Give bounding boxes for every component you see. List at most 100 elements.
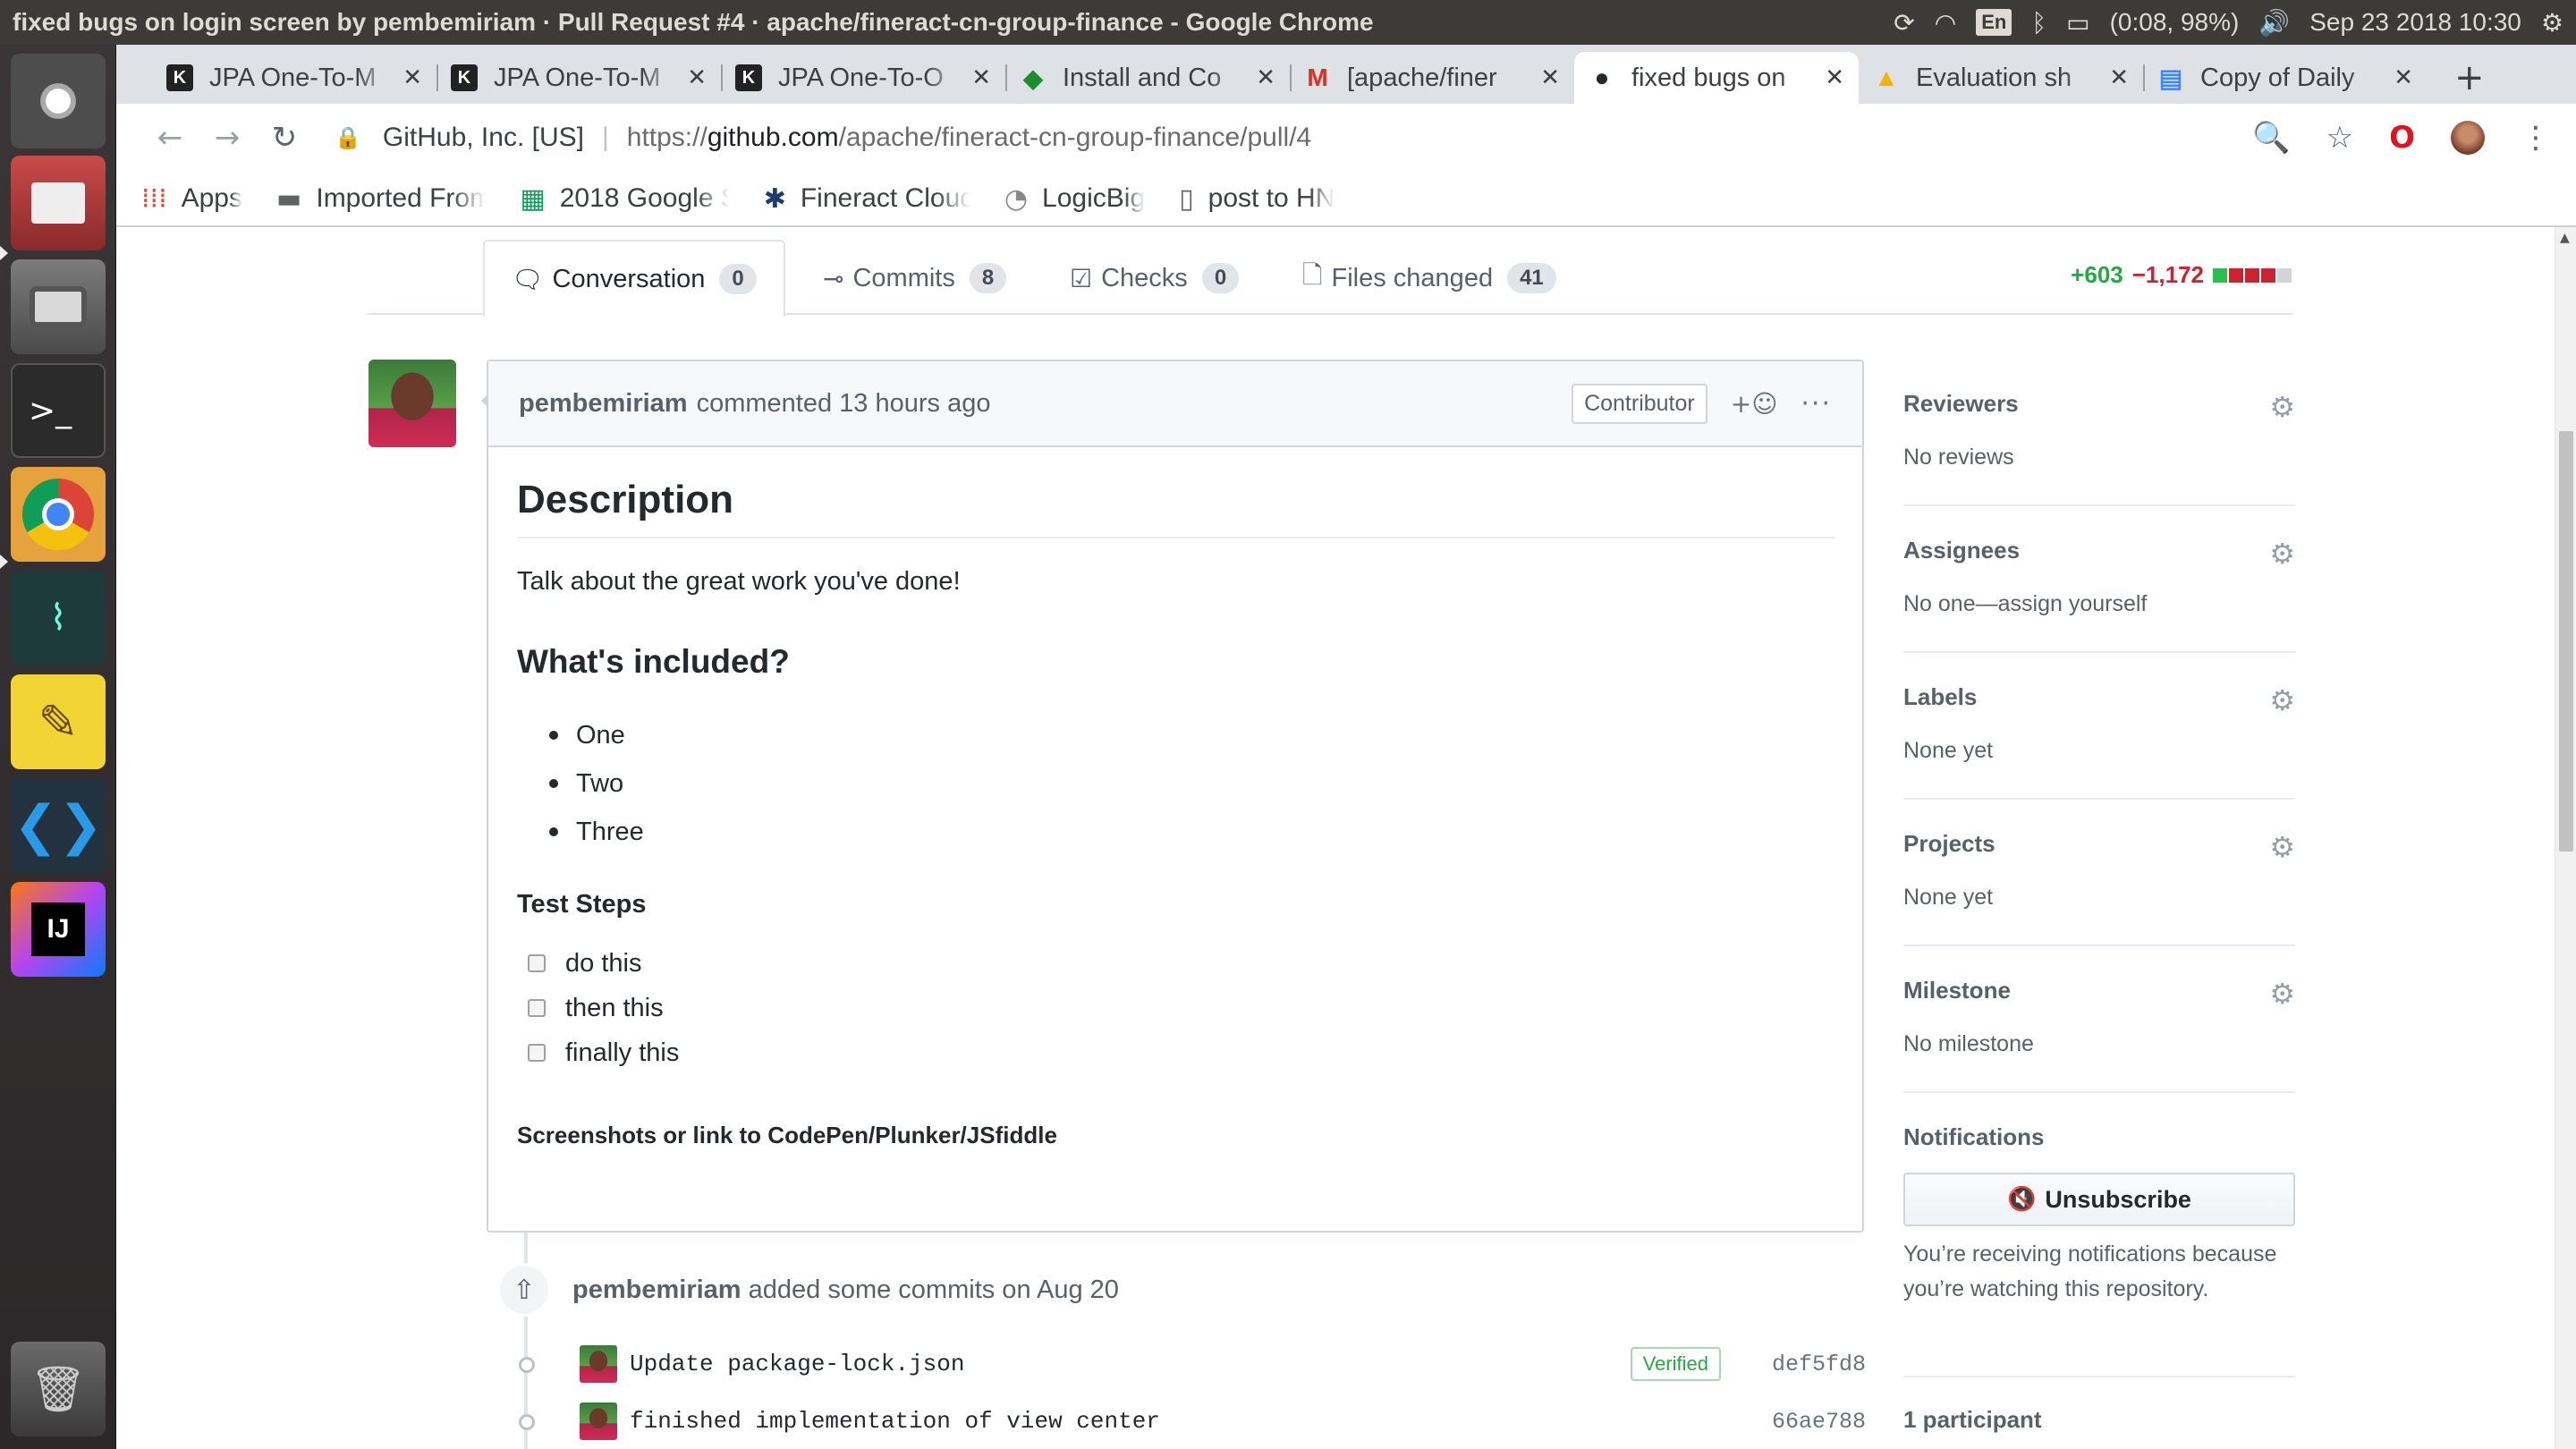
sidebar-title: Notifications bbox=[1903, 1123, 2045, 1150]
sidebar-title[interactable]: Assignees bbox=[1903, 537, 2295, 564]
scroll-up-icon[interactable]: ▲ bbox=[2560, 231, 2570, 245]
battery-icon[interactable]: ▭ bbox=[2066, 8, 2089, 38]
bookmark-item[interactable]: ⁞⁞⁞ Apps bbox=[141, 183, 242, 215]
more-options-icon[interactable]: ··· bbox=[1801, 388, 1832, 419]
apps-icon: ⁞⁞⁞ bbox=[141, 182, 167, 215]
close-icon[interactable]: ✕ bbox=[402, 64, 422, 91]
close-icon[interactable]: ✕ bbox=[687, 64, 707, 91]
clock[interactable]: Sep 23 2018 10:30 bbox=[2309, 8, 2521, 37]
gear-icon[interactable]: ⚙ bbox=[2269, 683, 2295, 717]
wifi-icon[interactable]: ◠ bbox=[1935, 8, 1956, 38]
timeline-author[interactable]: pembemiriam bbox=[572, 1275, 741, 1304]
browser-tab[interactable]: ▲ Evaluation sh ✕ bbox=[1859, 52, 2143, 104]
browser-tab[interactable]: K JPA One-To-O ✕ bbox=[721, 52, 1005, 104]
diffstat-block-deleted bbox=[2245, 267, 2259, 283]
battery-status[interactable]: (0:08, 98%) bbox=[2110, 8, 2240, 37]
commit-message[interactable]: finished implementation of view center bbox=[630, 1408, 1160, 1435]
profile-avatar[interactable] bbox=[2451, 121, 2485, 155]
gear-icon[interactable]: ⚙ bbox=[2269, 830, 2295, 864]
comment-timestamp[interactable]: commented 13 hours ago bbox=[697, 389, 991, 419]
commit-message[interactable]: Update package-lock.json bbox=[630, 1351, 964, 1377]
sidebar-value[interactable]: No one—assign yourself bbox=[1903, 591, 2295, 617]
list-item-text: Two bbox=[576, 768, 624, 798]
bluetooth-icon[interactable]: ᛒ bbox=[2031, 8, 2046, 38]
intellij-icon[interactable]: IJ bbox=[11, 882, 106, 977]
sidebar-assignees: Assignees ⚙ No one—assign yourself bbox=[1903, 506, 2295, 653]
task-checkbox[interactable] bbox=[528, 1044, 546, 1062]
gear-icon[interactable]: ⚙ bbox=[2541, 8, 2563, 38]
commit-sha[interactable]: def5fd8 bbox=[1766, 1352, 1866, 1377]
heading-test-steps: Test Steps bbox=[517, 890, 647, 919]
tab-conversation[interactable]: 🗨 Conversation 0 bbox=[483, 240, 785, 317]
commit-sha[interactable]: 66ae788 bbox=[1766, 1409, 1866, 1435]
page-scrollbar[interactable]: ▲ bbox=[2555, 227, 2576, 1449]
close-icon[interactable]: ✕ bbox=[971, 64, 991, 91]
trash-icon[interactable]: 🗑 bbox=[11, 1342, 106, 1436]
new-tab-button[interactable]: + bbox=[2428, 52, 2512, 104]
tab-label: Commits bbox=[852, 263, 955, 292]
close-icon[interactable]: ✕ bbox=[1256, 64, 1275, 91]
gear-icon[interactable]: ⚙ bbox=[2269, 977, 2295, 1011]
browser-tab[interactable]: ▤ Copy of Daily ✕ bbox=[2143, 52, 2428, 104]
bookmark-item[interactable]: ▬ Imported From F bbox=[276, 183, 486, 215]
tab-label: Files changed bbox=[1331, 263, 1494, 292]
commit-author-avatar[interactable] bbox=[580, 1402, 617, 1440]
scrollbar-thumb[interactable] bbox=[2559, 431, 2573, 852]
comment-author[interactable]: pembemiriam bbox=[519, 389, 688, 419]
keyboard-layout-indicator[interactable]: En bbox=[1976, 9, 2012, 36]
sync-icon[interactable]: ⟳ bbox=[1894, 8, 1914, 38]
ubuntu-dash-icon[interactable] bbox=[11, 54, 106, 148]
task-checkbox[interactable] bbox=[528, 999, 546, 1017]
tab-checks[interactable]: ☑ Checks 0 bbox=[1070, 240, 1240, 317]
add-reaction-icon[interactable]: +☺ bbox=[1731, 389, 1778, 419]
chrome-icon[interactable] bbox=[11, 467, 106, 562]
bookmark-item[interactable]: ◔ LogicBig bbox=[1004, 183, 1145, 215]
files-icon[interactable] bbox=[11, 156, 106, 250]
close-icon[interactable]: ✕ bbox=[1825, 64, 1844, 91]
sidebar-title[interactable]: Milestone bbox=[1903, 977, 2295, 1004]
chrome-menu-icon[interactable]: ⋮ bbox=[2521, 120, 2551, 156]
browser-tab[interactable]: ◆ Install and Co ✕ bbox=[1005, 52, 1290, 104]
author-avatar[interactable] bbox=[369, 360, 456, 447]
bookmark-item[interactable]: ▯ post to HN bbox=[1179, 183, 1335, 215]
list-item-text: Three bbox=[576, 817, 644, 846]
lock-icon[interactable]: 🔒 bbox=[335, 125, 361, 150]
site-identity[interactable]: GitHub, Inc. [US] bbox=[383, 123, 584, 153]
reload-icon[interactable]: ↻ bbox=[256, 120, 313, 156]
back-icon[interactable]: ← bbox=[141, 120, 199, 156]
close-icon[interactable]: ✕ bbox=[2394, 64, 2413, 91]
close-icon[interactable]: ✕ bbox=[1540, 64, 1560, 91]
list-item: Two bbox=[549, 759, 1834, 808]
volume-icon[interactable]: 🔊 bbox=[2258, 8, 2290, 38]
sidebar-title[interactable]: Projects bbox=[1903, 830, 2295, 858]
forward-icon[interactable]: → bbox=[199, 120, 256, 156]
browser-tab[interactable]: M [apache/finer ✕ bbox=[1290, 52, 1574, 104]
task-item: then this bbox=[528, 986, 1834, 1030]
sidebar-title[interactable]: Reviewers bbox=[1903, 390, 2295, 418]
verified-badge[interactable]: Verified bbox=[1630, 1347, 1721, 1381]
vscode-icon[interactable]: ❮❯ bbox=[11, 778, 106, 873]
text-editor-icon[interactable]: ✎ bbox=[11, 674, 106, 769]
zoom-icon[interactable]: 🔍 bbox=[2252, 120, 2290, 156]
camera-icon[interactable] bbox=[11, 259, 106, 354]
gear-icon[interactable]: ⚙ bbox=[2269, 390, 2295, 424]
sidebar-title[interactable]: Labels bbox=[1903, 683, 2295, 711]
bookmark-star-icon[interactable]: ☆ bbox=[2326, 120, 2353, 156]
browser-tab[interactable]: K JPA One-To-M ✕ bbox=[436, 52, 721, 104]
bookmark-item[interactable]: ✱ Fineract Cloud N bbox=[764, 183, 970, 215]
bookmark-item[interactable]: ▦ 2018 Google Sur bbox=[520, 183, 729, 215]
task-checkbox[interactable] bbox=[528, 954, 546, 972]
browser-tab[interactable]: K JPA One-To-M ✕ bbox=[152, 52, 436, 104]
close-icon[interactable]: ✕ bbox=[2109, 64, 2129, 91]
opera-extension-icon[interactable]: O bbox=[2389, 120, 2415, 156]
terminal-icon[interactable]: >_ bbox=[11, 363, 106, 458]
tab-files-changed[interactable]: 🗋 Files changed 41 bbox=[1302, 240, 1556, 317]
address-bar[interactable]: 🔒 GitHub, Inc. [US] | https://github.com… bbox=[335, 123, 2252, 153]
gear-icon[interactable]: ⚙ bbox=[2269, 537, 2295, 571]
unsubscribe-label: Unsubscribe bbox=[2045, 1185, 2191, 1213]
tab-commits[interactable]: ⊸ Commits 8 bbox=[823, 240, 1007, 317]
system-monitor-icon[interactable]: ⌇ bbox=[11, 571, 106, 665]
commit-author-avatar[interactable] bbox=[580, 1345, 617, 1383]
browser-tab[interactable]: ● fixed bugs on ✕ bbox=[1574, 52, 1859, 104]
unsubscribe-button[interactable]: 🔇 Unsubscribe bbox=[1903, 1173, 2295, 1226]
